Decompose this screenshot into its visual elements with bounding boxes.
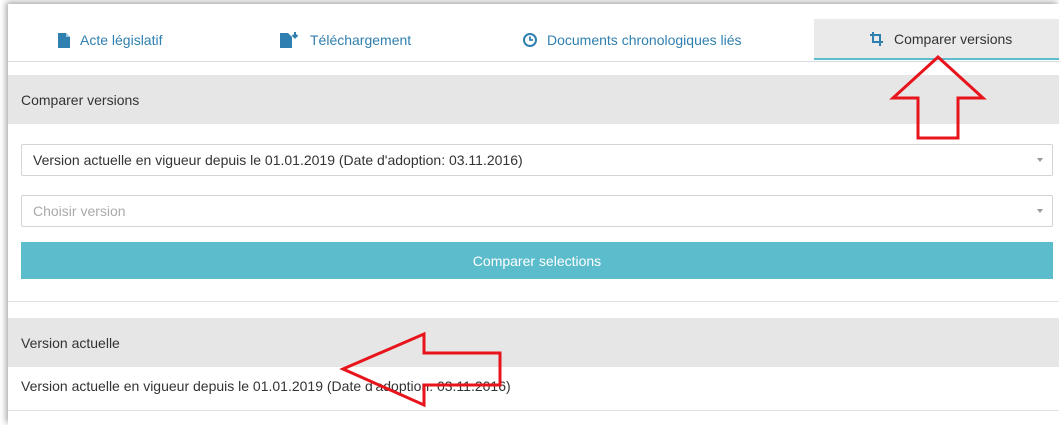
choose-version-select[interactable]: Choisir version — [21, 195, 1053, 227]
tab-label: Documents chronologiques liés — [547, 32, 742, 48]
tab-label: Comparer versions — [894, 30, 1013, 47]
select-value: Version actuelle en vigueur depuis le 01… — [33, 152, 523, 168]
chevron-down-icon — [1037, 158, 1043, 162]
divider — [8, 301, 1059, 302]
current-version-select[interactable]: Version actuelle en vigueur depuis le 01… — [21, 144, 1053, 176]
tab-telechargement[interactable]: Téléchargement — [280, 19, 411, 61]
current-version-title: Version actuelle — [21, 334, 120, 351]
legislation-panel: Acte législatif Téléchargement Documents… — [8, 4, 1059, 425]
compare-selections-button[interactable]: Comparer selections — [21, 242, 1053, 279]
tab-label: Acte législatif — [80, 32, 163, 48]
compare-icon — [870, 31, 883, 46]
document-icon — [58, 32, 70, 48]
compare-versions-title: Comparer versions — [21, 91, 140, 108]
download-file-icon — [280, 32, 299, 48]
left-arrow-annotation-icon — [339, 331, 502, 408]
up-arrow-annotation-icon — [889, 54, 987, 140]
chevron-down-icon — [1037, 209, 1043, 213]
clock-icon — [523, 33, 537, 47]
tab-label: Téléchargement — [310, 32, 412, 48]
current-version-header: Version actuelle — [8, 318, 1059, 367]
divider — [8, 410, 1059, 411]
select-placeholder: Choisir version — [33, 203, 126, 219]
tab-acte-legislatif[interactable]: Acte législatif — [58, 19, 162, 61]
tab-documents-chronologiques[interactable]: Documents chronologiques liés — [523, 19, 742, 61]
